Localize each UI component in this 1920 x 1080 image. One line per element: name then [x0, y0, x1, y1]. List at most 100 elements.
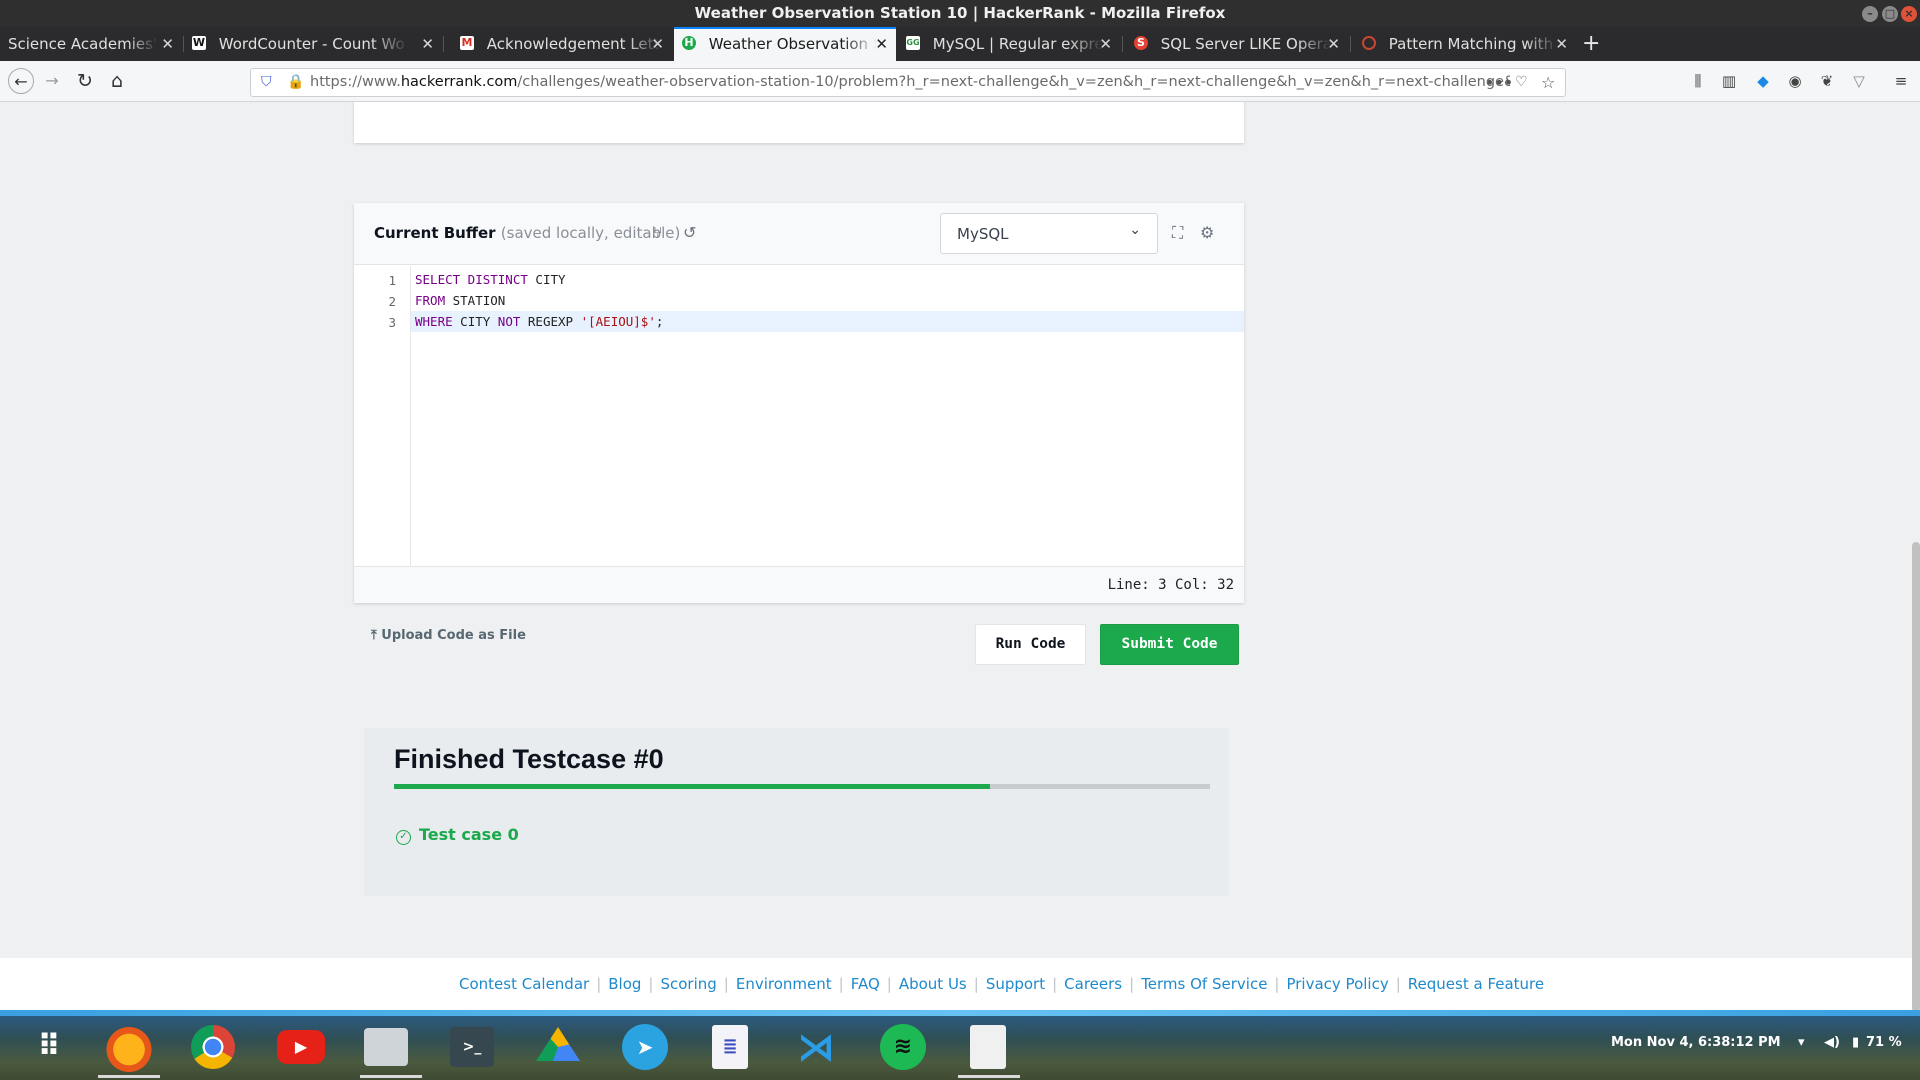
reload-icon[interactable]: ↻ [72, 68, 98, 94]
line-number: 2 [388, 294, 396, 309]
progress-fill [394, 784, 990, 789]
telegram-icon[interactable]: ➤ [622, 1024, 668, 1070]
close-tab-icon[interactable]: ✕ [651, 27, 664, 61]
line-number: 3 [388, 315, 396, 330]
footer-separator: | [838, 975, 844, 993]
upload-icon: ⤒ [371, 628, 377, 643]
vscode-icon[interactable]: ⋊ [794, 1025, 838, 1069]
tab-science-academies[interactable]: Science Academies' Summe ✕ [0, 27, 182, 61]
app-grid-icon[interactable]: ⠿ [24, 1022, 74, 1072]
back-icon[interactable]: ← [8, 68, 34, 94]
close-tab-icon[interactable]: ✕ [1327, 27, 1340, 61]
bookmark-star-icon[interactable]: ☆ [1541, 69, 1555, 96]
footer-link-privacy-policy[interactable]: Privacy Policy [1286, 975, 1388, 993]
close-tab-icon[interactable]: ✕ [1555, 27, 1568, 61]
home-icon[interactable]: ⌂ [104, 68, 130, 94]
history-icon[interactable]: ↺ [683, 223, 696, 242]
document-viewer-icon[interactable] [970, 1025, 1006, 1069]
files-icon[interactable] [364, 1028, 408, 1066]
text-editor-icon[interactable]: ≣ [712, 1025, 748, 1069]
terminal-icon[interactable]: >_ [450, 1027, 494, 1067]
account-icon[interactable]: ◉ [1784, 70, 1806, 92]
code-area[interactable]: SELECT DISTINCT CITY FROM STATION WHERE … [411, 266, 1244, 566]
progress-bar [394, 784, 1210, 789]
tab-hackerrank[interactable]: H Weather Observation St ✕ [674, 27, 896, 61]
git-branch-icon[interactable]: ⑂ [653, 223, 663, 242]
run-code-button[interactable]: Run Code [975, 624, 1086, 665]
new-tab-icon[interactable]: + [1582, 27, 1600, 61]
close-tab-icon[interactable]: ✕ [161, 27, 174, 61]
extension-dark-icon[interactable]: ❦ [1816, 70, 1838, 92]
sidebar-icon[interactable]: ▥ [1718, 70, 1740, 92]
maximize-window-button[interactable]: □ [1882, 6, 1898, 22]
footer-separator: | [1129, 975, 1135, 993]
footer-link-careers[interactable]: Careers [1064, 975, 1122, 993]
footer-link-support[interactable]: Support [986, 975, 1045, 993]
testcase-tab[interactable]: ✓ Test case 0 [396, 825, 519, 845]
close-window-button[interactable]: × [1901, 6, 1917, 22]
tab-oracle[interactable]: Pattern Matching with R ✕ [1354, 27, 1576, 61]
url-text[interactable]: https://www.hackerrank.com/challenges/we… [310, 69, 1510, 96]
close-tab-icon[interactable]: ✕ [1099, 27, 1112, 61]
volume-icon[interactable]: ◀) [1824, 1035, 1840, 1050]
close-tab-icon[interactable]: ✕ [875, 29, 888, 60]
footer-link-faq[interactable]: FAQ [851, 975, 880, 993]
tab-sqlserver[interactable]: S SQL Server LIKE Operato ✕ [1126, 27, 1348, 61]
tab-wordcounter[interactable]: W WordCounter - Count Wo ✕ [184, 27, 442, 61]
tab-geeksforgeeks[interactable]: GG MySQL | Regular express ✕ [898, 27, 1120, 61]
footer-links: Contest Calendar | Blog | Scoring | Environmen… [459, 975, 1544, 993]
fullscreen-icon[interactable]: ⛶ [1172, 223, 1183, 243]
footer-separator: | [1395, 975, 1401, 993]
google-drive-icon[interactable] [536, 1027, 580, 1061]
youtube-icon[interactable]: ▶ [277, 1030, 325, 1064]
library-icon[interactable]: ⫼ [1687, 70, 1709, 92]
language-select[interactable]: MySQL ⌄ [940, 213, 1158, 254]
footer-link-terms-of-service[interactable]: Terms Of Service [1141, 975, 1267, 993]
pocket-icon[interactable]: ♡ [1515, 69, 1528, 96]
address-bar[interactable]: ⛉ 🔒 https://www.hackerrank.com/challenge… [250, 68, 1566, 97]
footer-link-scoring[interactable]: Scoring [660, 975, 716, 993]
spotify-icon[interactable]: ≋ [880, 1024, 926, 1070]
window-titlebar: Weather Observation Station 10 | HackerR… [0, 0, 1920, 27]
tab-gmail[interactable]: M Acknowledgement Lette ✕ [452, 27, 672, 61]
footer-separator: | [973, 975, 979, 993]
code-line[interactable]: SELECT DISTINCT CITY [411, 269, 1244, 290]
vpn-icon[interactable]: ▽ [1848, 70, 1870, 92]
page-scrollbar[interactable] [1912, 542, 1920, 1010]
footer-link-request-a-feature[interactable]: Request a Feature [1408, 975, 1544, 993]
gmail-icon: M [460, 36, 474, 50]
forward-icon[interactable]: → [39, 68, 65, 94]
footer-link-contest-calendar[interactable]: Contest Calendar [459, 975, 589, 993]
upload-code-link[interactable]: ⤒ Upload Code as File [371, 628, 526, 643]
oracle-icon [1362, 36, 1376, 50]
check-circle-icon: ✓ [396, 830, 411, 845]
code-line-active[interactable]: WHERE CITY NOT REGEXP '[AEIOU]$'; [411, 311, 1244, 332]
footer-link-blog[interactable]: Blog [608, 975, 641, 993]
tracking-protection-icon[interactable]: ⛉ [261, 69, 272, 96]
close-tab-icon[interactable]: ✕ [421, 27, 434, 61]
firefox-icon[interactable] [104, 1022, 154, 1072]
hamburger-menu-icon[interactable]: ≡ [1890, 70, 1912, 92]
page-footer: Contest Calendar | Blog | Scoring | Environmen… [0, 958, 1920, 1010]
page-actions-icon[interactable]: ••• [1485, 69, 1513, 96]
geeksforgeeks-icon: GG [906, 36, 920, 50]
footer-link-about-us[interactable]: About Us [899, 975, 967, 993]
line-number-gutter: 1 2 3 [354, 266, 411, 566]
submit-code-button[interactable]: Submit Code [1100, 624, 1239, 665]
wifi-icon[interactable]: ▾ [1798, 1035, 1805, 1050]
editor-status-bar: Line: 3 Col: 32 [354, 566, 1244, 603]
chrome-icon[interactable] [191, 1025, 235, 1069]
clock[interactable]: Mon Nov 4, 6:38:12 PM [1611, 1035, 1781, 1050]
battery-icon[interactable]: ▮ [1852, 1035, 1859, 1050]
footer-link-environment[interactable]: Environment [736, 975, 832, 993]
footer-separator: | [1052, 975, 1058, 993]
extension-icon[interactable]: ◆ [1752, 70, 1774, 92]
code-line[interactable]: FROM STATION [411, 290, 1244, 311]
sqlserver-icon: S [1134, 36, 1148, 50]
minimize-window-button[interactable]: – [1862, 6, 1878, 22]
lock-icon[interactable]: 🔒 [287, 69, 304, 96]
tab-label: Science Academies' Summe [8, 35, 158, 53]
settings-gear-icon[interactable]: ⚙ [1200, 223, 1214, 242]
tab-label: Pattern Matching with R [1388, 35, 1559, 53]
testcase-result-panel: Finished Testcase #0 ✓ Test case 0 [364, 728, 1229, 896]
